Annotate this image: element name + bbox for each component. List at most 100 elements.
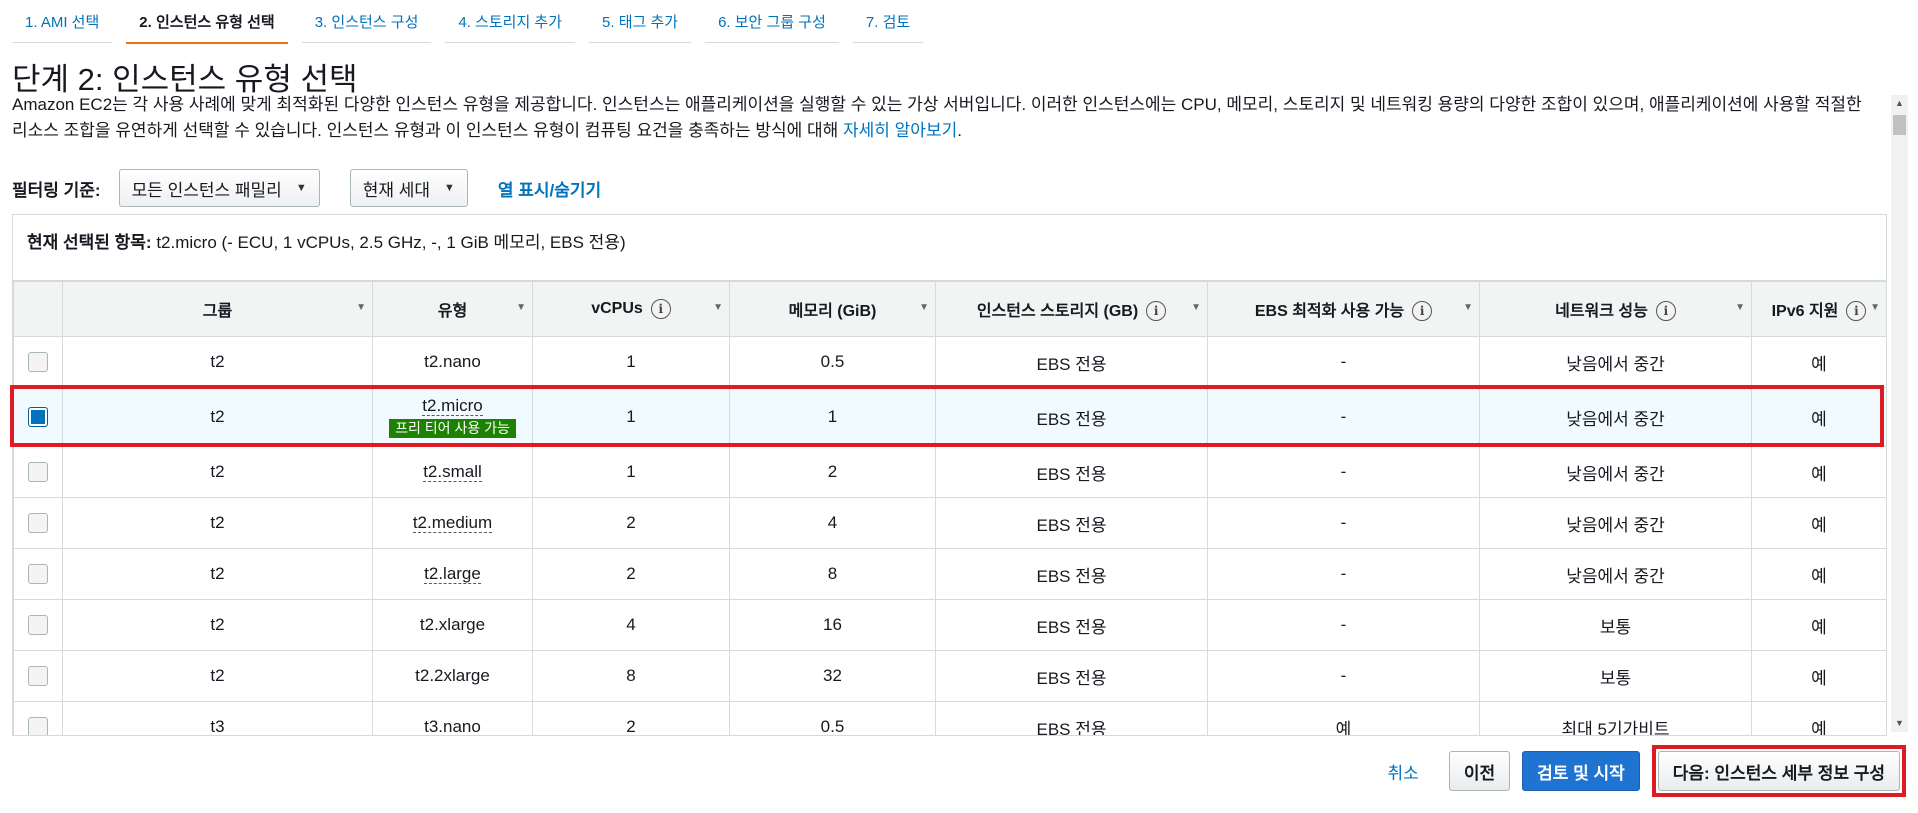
cell-type: t2.2xlarge — [372, 650, 533, 702]
cell-group: t2 — [62, 599, 373, 651]
step-instance-type[interactable]: 2. 인스턴스 유형 선택 — [126, 0, 288, 44]
cell-memory: 2 — [729, 446, 936, 498]
step-add-tags[interactable]: 5. 태그 추가 — [589, 0, 692, 43]
table-header-row: 그룹 ▼ 유형 ▼ vCPUs i ▼ 메모리 (GiB) ▼ 인스턴스 스토리지 (GB… — [13, 281, 1886, 337]
show-hide-columns-link[interactable]: 열 표시/숨기기 — [498, 176, 601, 201]
row-checkbox-cell[interactable] — [13, 387, 63, 447]
scroll-up-icon[interactable]: ▲ — [1891, 95, 1908, 112]
table-row[interactable]: t2 t2.2xlarge 8 32 EBS 전용 - 보통 예 — [13, 650, 1886, 702]
info-icon[interactable]: i — [1146, 301, 1167, 322]
cell-network: 낮음에서 중간 — [1479, 387, 1752, 447]
header-type[interactable]: 유형 ▼ — [372, 281, 533, 337]
row-checkbox-cell[interactable] — [13, 650, 63, 702]
cell-network: 보통 — [1479, 599, 1752, 651]
generation-select[interactable]: 현재 세대 ▼ — [349, 169, 468, 207]
row-checkbox-cell[interactable] — [13, 599, 63, 651]
cell-storage: EBS 전용 — [935, 387, 1208, 447]
type-link[interactable]: t2.medium — [412, 513, 493, 533]
learn-more-link[interactable]: 자세히 알아보기 — [843, 121, 957, 140]
cell-memory: 16 — [729, 599, 936, 651]
table-row[interactable]: t2 t2.large 2 8 EBS 전용 - 낮음에서 중간 예 — [13, 548, 1886, 600]
info-icon[interactable]: i — [1412, 301, 1433, 322]
cancel-link[interactable]: 취소 — [1388, 759, 1419, 784]
review-and-launch-button[interactable]: 검토 및 시작 — [1522, 751, 1640, 791]
step-configure-instance[interactable]: 3. 인스턴스 구성 — [301, 0, 432, 43]
instance-type-table: 그룹 ▼ 유형 ▼ vCPUs i ▼ 메모리 (GiB) ▼ 인스턴스 스토리지 (GB… — [13, 281, 1886, 736]
table-row[interactable]: t3 t3.nano 2 0.5 EBS 전용 예 최대 5기가비트 예 — [13, 701, 1886, 736]
sort-icon: ▼ — [1870, 302, 1880, 313]
table-row[interactable]: t2 t2.small 1 2 EBS 전용 - 낮음에서 중간 예 — [13, 446, 1886, 498]
table-row-selected[interactable]: t2 t2.micro 프리 티어 사용 가능 1 1 EBS 전용 - 낮음에… — [13, 387, 1886, 447]
description-end: . — [957, 121, 962, 140]
instance-family-select[interactable]: 모든 인스턴스 패밀리 ▼ — [118, 169, 320, 207]
type-link[interactable]: t2.large — [424, 564, 481, 584]
table-row[interactable]: t2 t2.medium 2 4 EBS 전용 - 낮음에서 중간 예 — [13, 497, 1886, 549]
cell-type: t2.medium — [372, 497, 533, 549]
info-icon[interactable]: i — [1846, 301, 1867, 322]
row-checkbox[interactable] — [28, 462, 48, 483]
next-configure-instance-button[interactable]: 다음: 인스턴스 세부 정보 구성 — [1657, 751, 1900, 791]
cell-group: t2 — [62, 548, 373, 600]
current-selection-label: 현재 선택된 항목: — [27, 233, 152, 252]
current-selection: 현재 선택된 항목: t2.micro (- ECU, 1 vCPUs, 2.5… — [13, 215, 1886, 281]
header-network-performance[interactable]: 네트워크 성능 i ▼ — [1479, 281, 1752, 337]
step-add-storage[interactable]: 4. 스토리지 추가 — [445, 0, 576, 43]
row-checkbox-cell[interactable] — [13, 446, 63, 498]
cell-memory: 8 — [729, 548, 936, 600]
row-checkbox[interactable] — [28, 615, 48, 636]
chevron-down-icon: ▼ — [295, 182, 307, 194]
step-ami[interactable]: 1. AMI 선택 — [12, 0, 113, 43]
row-checkbox-cell[interactable] — [13, 701, 63, 735]
scrollbar[interactable]: ▲ ▼ — [1891, 95, 1908, 732]
cell-group: t2 — [62, 650, 373, 702]
header-group[interactable]: 그룹 ▼ — [62, 281, 373, 337]
header-memory[interactable]: 메모리 (GiB) ▼ — [729, 281, 936, 337]
cell-vcpus: 2 — [532, 497, 730, 549]
header-vcpus[interactable]: vCPUs i ▼ — [532, 281, 730, 337]
step-review[interactable]: 7. 검토 — [852, 0, 924, 43]
previous-button[interactable]: 이전 — [1448, 751, 1511, 791]
row-checkbox[interactable] — [28, 666, 48, 687]
cell-ipv6: 예 — [1751, 446, 1886, 498]
row-checkbox-checked[interactable] — [28, 407, 48, 428]
row-checkbox-cell[interactable] — [13, 336, 63, 388]
wizard-steps: 1. AMI 선택 2. 인스턴스 유형 선택 3. 인스턴스 구성 4. 스토… — [12, 0, 937, 44]
cell-storage: EBS 전용 — [935, 650, 1208, 702]
cell-ebs: - — [1207, 387, 1480, 447]
cell-ebs: - — [1207, 650, 1480, 702]
type-label: t3.nano — [424, 717, 481, 736]
row-checkbox[interactable] — [28, 513, 48, 534]
cell-vcpus: 1 — [532, 446, 730, 498]
header-instance-storage[interactable]: 인스턴스 스토리지 (GB) i ▼ — [935, 281, 1208, 337]
header-ebs-optimized[interactable]: EBS 최적화 사용 가능 i ▼ — [1207, 281, 1480, 337]
cell-ebs: - — [1207, 446, 1480, 498]
info-icon[interactable]: i — [650, 299, 671, 319]
type-link[interactable]: t2.small — [423, 462, 482, 482]
filter-bar: 필터링 기준: 모든 인스턴스 패밀리 ▼ 현재 세대 ▼ 열 표시/숨기기 — [12, 168, 601, 208]
sort-icon: ▼ — [356, 302, 366, 313]
cell-storage: EBS 전용 — [935, 701, 1208, 735]
row-checkbox[interactable] — [28, 352, 48, 373]
cell-vcpus: 2 — [532, 701, 730, 735]
cell-ipv6: 예 — [1751, 336, 1886, 388]
type-link[interactable]: t2.micro — [422, 396, 483, 416]
row-checkbox-cell[interactable] — [13, 548, 63, 600]
sort-icon: ▼ — [1191, 302, 1201, 313]
cell-vcpus: 8 — [532, 650, 730, 702]
cell-network: 낮음에서 중간 — [1479, 548, 1752, 600]
cell-type: t2.large — [372, 548, 533, 600]
step-security-group[interactable]: 6. 보안 그룹 구성 — [705, 0, 839, 43]
scroll-thumb[interactable] — [1893, 115, 1906, 135]
row-checkbox-cell[interactable] — [13, 497, 63, 549]
scroll-down-icon[interactable]: ▼ — [1891, 715, 1908, 732]
info-icon[interactable]: i — [1655, 301, 1676, 322]
cell-network: 최대 5기가비트 — [1479, 701, 1752, 735]
row-checkbox[interactable] — [28, 564, 48, 585]
sort-icon: ▼ — [1463, 302, 1473, 313]
row-checkbox[interactable] — [28, 717, 48, 735]
cell-ipv6: 예 — [1751, 650, 1886, 702]
table-row[interactable]: t2 t2.xlarge 4 16 EBS 전용 - 보통 예 — [13, 599, 1886, 651]
header-ipv6[interactable]: IPv6 지원 i ▼ — [1751, 281, 1886, 337]
table-row[interactable]: t2 t2.nano 1 0.5 EBS 전용 - 낮음에서 중간 예 — [13, 336, 1886, 388]
cell-vcpus: 2 — [532, 548, 730, 600]
